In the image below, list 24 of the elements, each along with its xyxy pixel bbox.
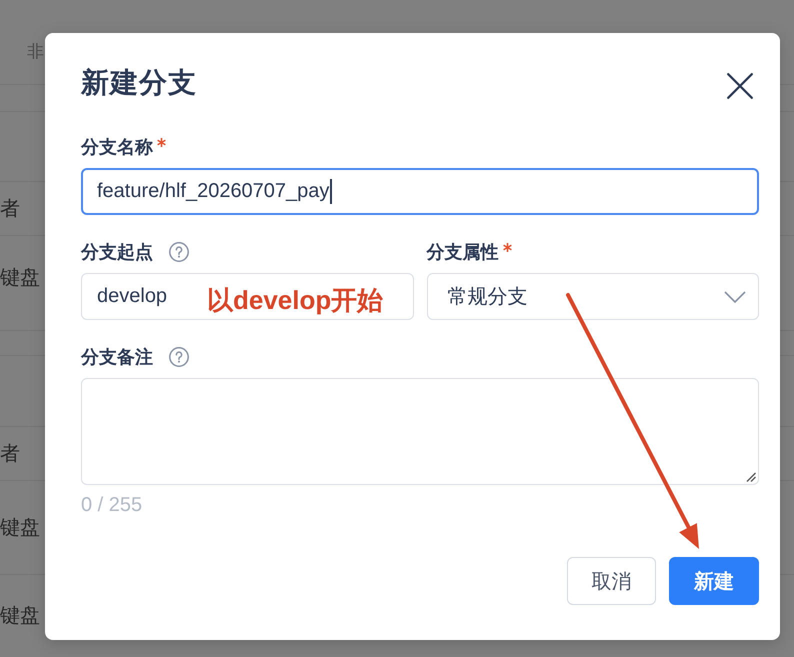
dialog-title: 新建分支 (81, 66, 197, 100)
field-label: 分支备注 (81, 346, 153, 369)
close-button[interactable] (727, 73, 753, 99)
annotation-text: 以develop开始 (207, 285, 384, 315)
table-cell-text: 者 (0, 196, 20, 222)
table-cell-text: 键盘 (0, 604, 40, 629)
textarea-field[interactable] (81, 378, 759, 485)
table-cell-text: 键盘 (0, 516, 40, 540)
cancel-button[interactable]: 取消 (567, 557, 656, 605)
chevron-down-icon (724, 290, 746, 302)
character-counter: 0 / 255 (81, 493, 142, 517)
resize-grip-icon[interactable] (746, 472, 756, 482)
help-icon[interactable] (169, 242, 189, 262)
text-cursor (330, 179, 332, 204)
field-label: 分支名称 (81, 136, 153, 159)
table-cell-text: 键盘 (0, 266, 40, 291)
select-field[interactable]: 常规分支 (426, 273, 759, 320)
create-button[interactable]: 新建 (669, 557, 759, 605)
help-icon[interactable] (169, 347, 189, 367)
text-field[interactable]: feature/hlf_20260707_pay (81, 168, 759, 215)
field-label: 分支属性 (426, 241, 498, 264)
close-icon (727, 73, 753, 99)
table-cell-text: 者 (0, 442, 20, 466)
field-label: 分支起点 (81, 241, 153, 264)
